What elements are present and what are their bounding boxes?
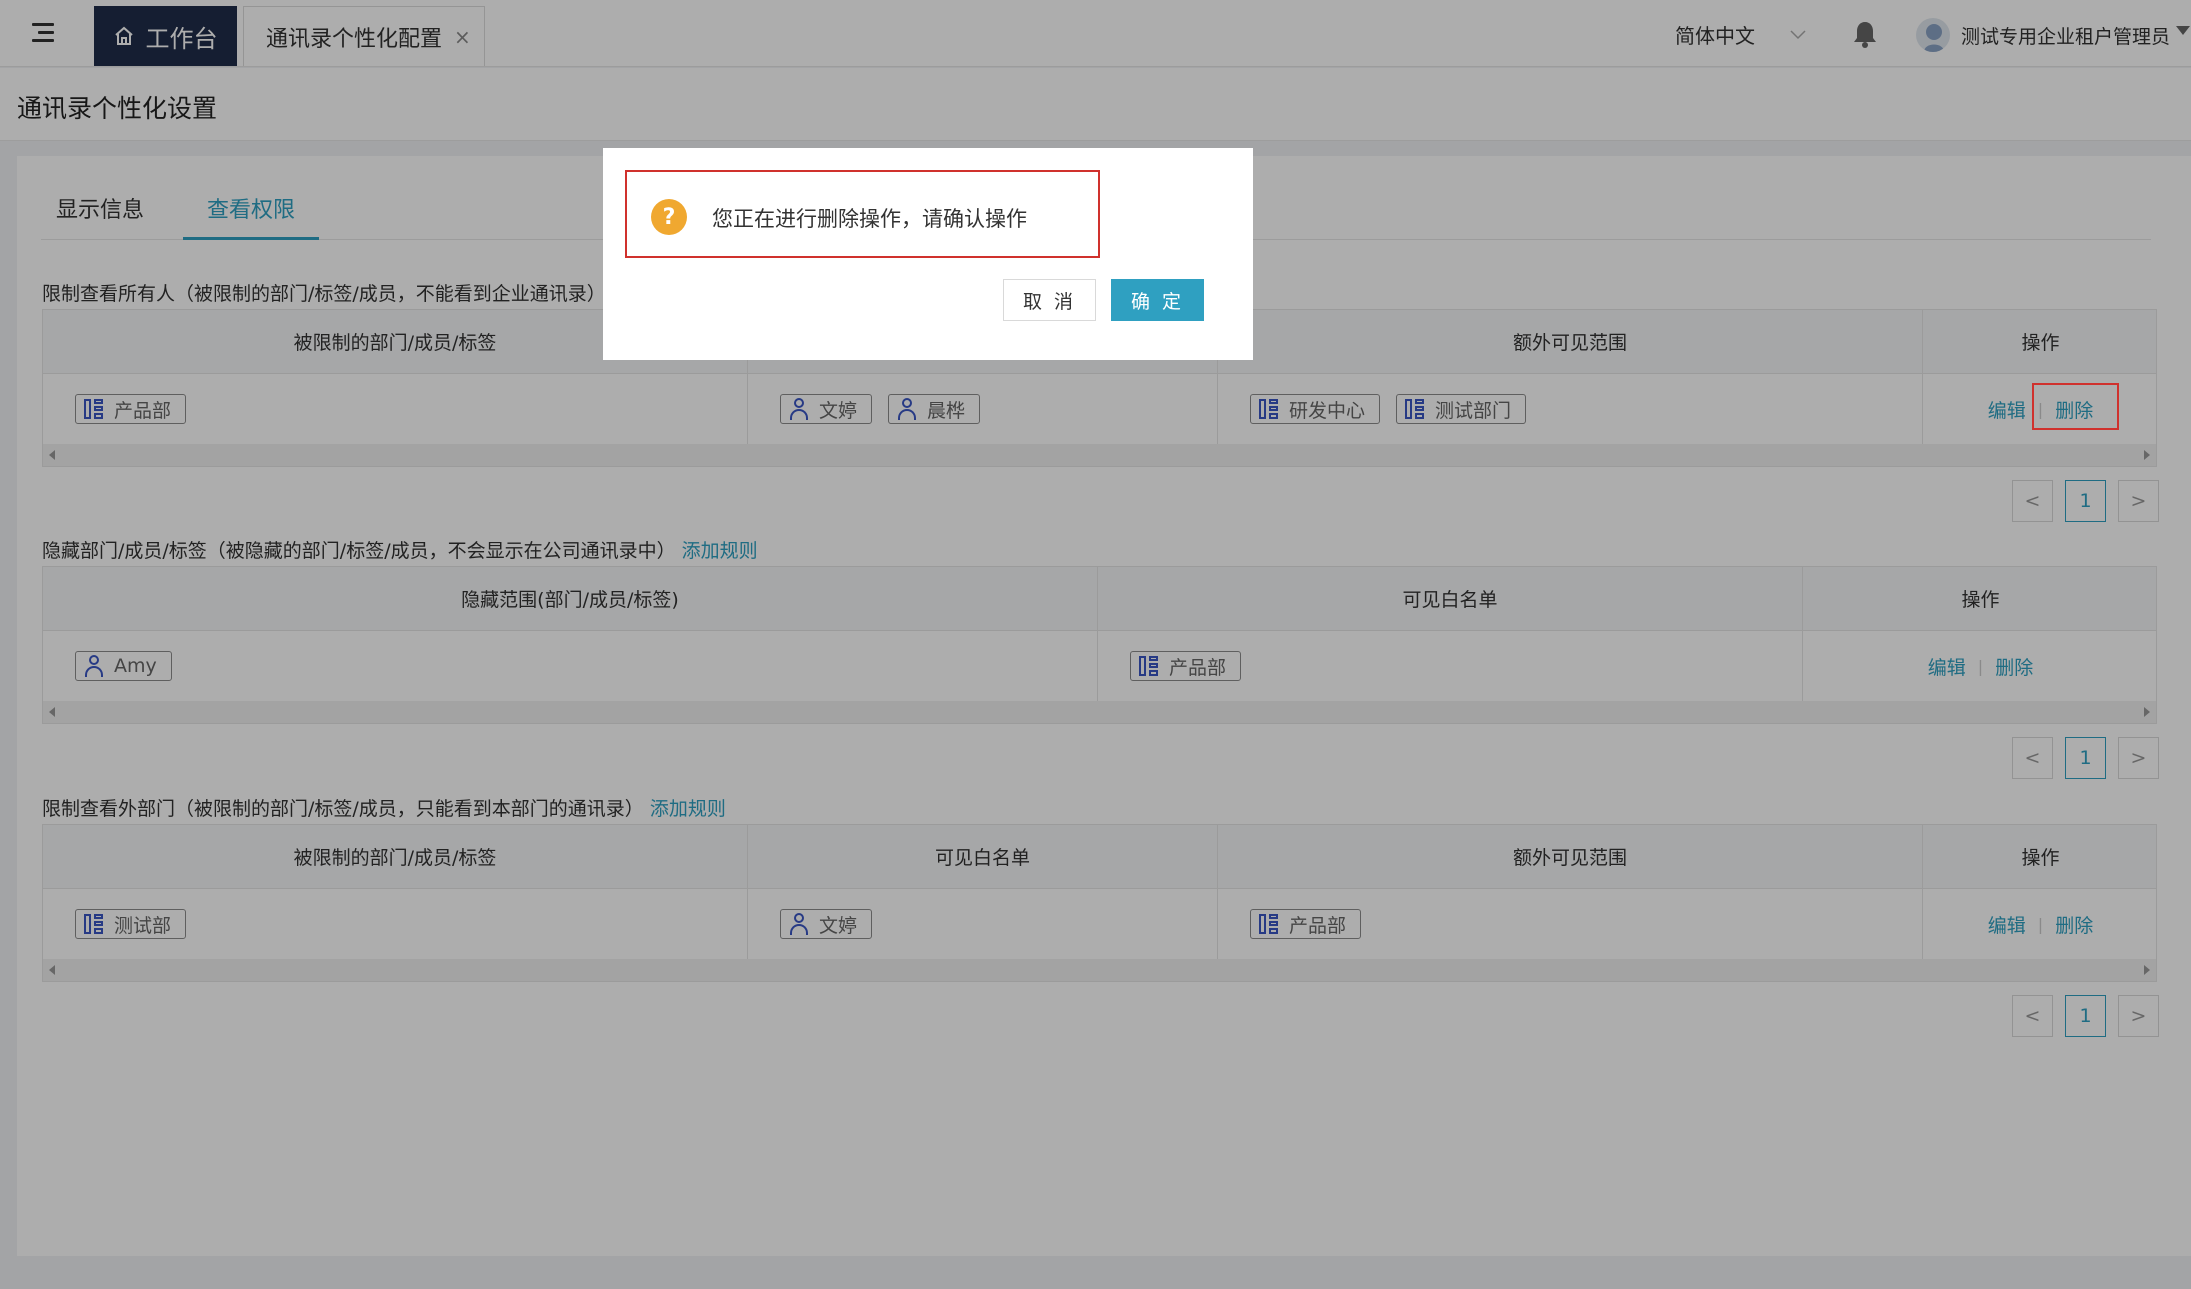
cancel-button[interactable]: 取 消 xyxy=(1003,279,1096,321)
confirm-button[interactable]: 确 定 xyxy=(1111,279,1204,321)
highlight-box xyxy=(2032,383,2119,430)
question-icon: ? xyxy=(651,199,687,235)
dialog-message: 您正在进行删除操作，请确认操作 xyxy=(712,207,1027,231)
confirm-dialog: ? 您正在进行删除操作，请确认操作 取 消 确 定 xyxy=(603,148,1253,360)
